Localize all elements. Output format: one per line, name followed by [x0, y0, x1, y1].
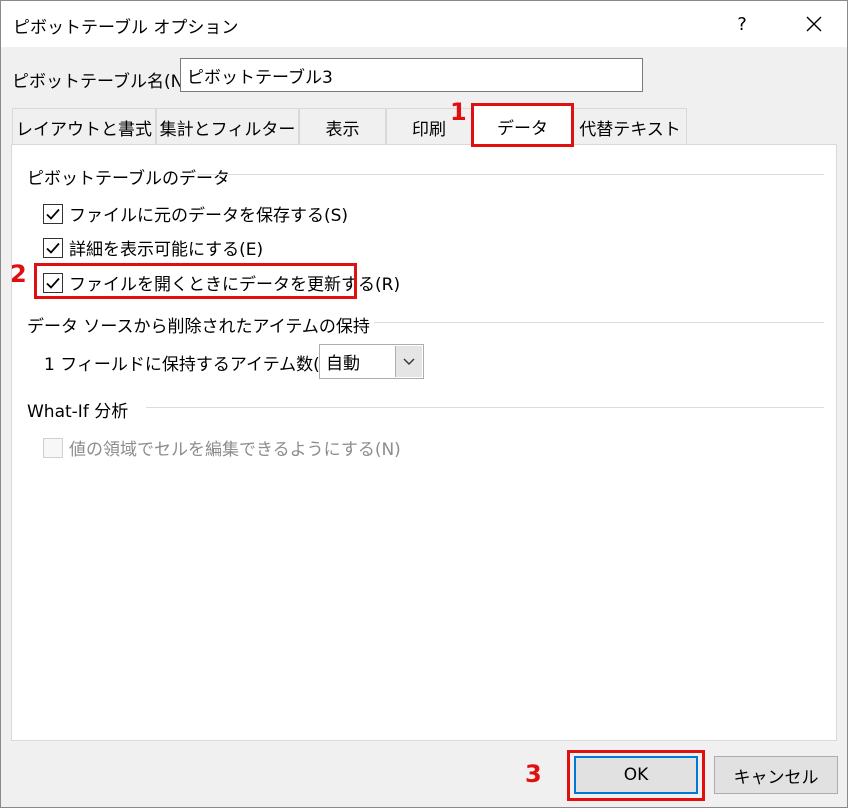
- pivot-name-label: ピボットテーブル名(N):: [12, 72, 196, 92]
- dropdown-arrow[interactable]: [395, 346, 422, 377]
- data-tab-panel: ピボットテーブルのデータ ファイルに元のデータを保存する(S) 詳細を表示可能に…: [11, 144, 837, 741]
- items-to-retain-select[interactable]: 自動: [319, 344, 424, 379]
- tab-label: データ: [497, 118, 548, 139]
- section-divider: [198, 174, 824, 175]
- checkmark-icon: [46, 208, 60, 220]
- help-button[interactable]: ?: [719, 1, 765, 47]
- tab-label: 代替テキスト: [579, 119, 681, 140]
- retain-items-section-title: データ ソースから削除されたアイテムの保持: [27, 317, 370, 337]
- save-source-data-option[interactable]: ファイルに元のデータを保存する(S): [43, 201, 348, 226]
- tab-display[interactable]: 表示: [299, 108, 386, 145]
- tab-totals-filters[interactable]: 集計とフィルター: [156, 108, 299, 145]
- whatif-edit-checkbox[interactable]: [43, 437, 63, 458]
- whatif-edit-option[interactable]: 値の領域でセルを編集できるようにする(N): [43, 435, 401, 460]
- title-bar: ピボットテーブル オプション ?: [1, 1, 847, 47]
- whatif-section-title: What-If 分析: [27, 402, 129, 422]
- refresh-on-open-option[interactable]: ファイルを開くときにデータを更新する(R): [43, 270, 400, 295]
- select-value: 自動: [326, 354, 360, 374]
- section-divider: [374, 322, 824, 323]
- dialog-title: ピボットテーブル オプション: [13, 18, 239, 38]
- close-icon: [806, 16, 822, 32]
- save-source-data-label: ファイルに元のデータを保存する(S): [69, 206, 349, 226]
- whatif-edit-label: 値の領域でセルを編集できるようにする(N): [69, 440, 401, 460]
- save-source-data-checkbox[interactable]: [43, 203, 63, 224]
- pivot-name-input[interactable]: [180, 58, 643, 92]
- refresh-on-open-label: ファイルを開くときにデータを更新する(R): [69, 275, 401, 295]
- enable-show-details-option[interactable]: 詳細を表示可能にする(E): [43, 235, 263, 260]
- cancel-button[interactable]: キャンセル: [714, 756, 838, 794]
- tab-label: 表示: [325, 119, 360, 140]
- ok-button[interactable]: OK: [574, 756, 698, 794]
- checkmark-icon: [46, 277, 60, 289]
- checkmark-icon: [46, 242, 60, 254]
- tab-alt-text[interactable]: 代替テキスト: [573, 108, 687, 145]
- chevron-down-icon: [403, 358, 415, 365]
- tab-label: 集計とフィルター: [159, 119, 296, 140]
- enable-show-details-checkbox[interactable]: [43, 237, 63, 258]
- items-to-retain-label: 1 フィールドに保持するアイテム数(N):: [44, 355, 345, 375]
- pivot-options-dialog: ピボットテーブル オプション ? ピボットテーブル名(N): レイアウトと書式 …: [0, 0, 848, 808]
- cancel-label: キャンセル: [733, 767, 819, 788]
- data-section-title: ピボットテーブルのデータ: [27, 169, 230, 189]
- help-icon: ?: [737, 13, 747, 35]
- tab-label: レイアウトと書式: [16, 119, 152, 140]
- ok-label: OK: [623, 765, 649, 785]
- section-divider: [146, 407, 824, 408]
- step-1-marker: 1: [450, 98, 467, 126]
- tab-layout-format[interactable]: レイアウトと書式: [12, 108, 156, 145]
- tab-data[interactable]: データ: [472, 105, 573, 146]
- step-3-marker: 3: [525, 760, 542, 788]
- refresh-on-open-checkbox[interactable]: [43, 272, 63, 293]
- step-2-marker: 2: [10, 260, 27, 288]
- close-button[interactable]: [787, 1, 841, 47]
- tab-label: 印刷: [412, 119, 446, 140]
- enable-show-details-label: 詳細を表示可能にする(E): [69, 240, 264, 260]
